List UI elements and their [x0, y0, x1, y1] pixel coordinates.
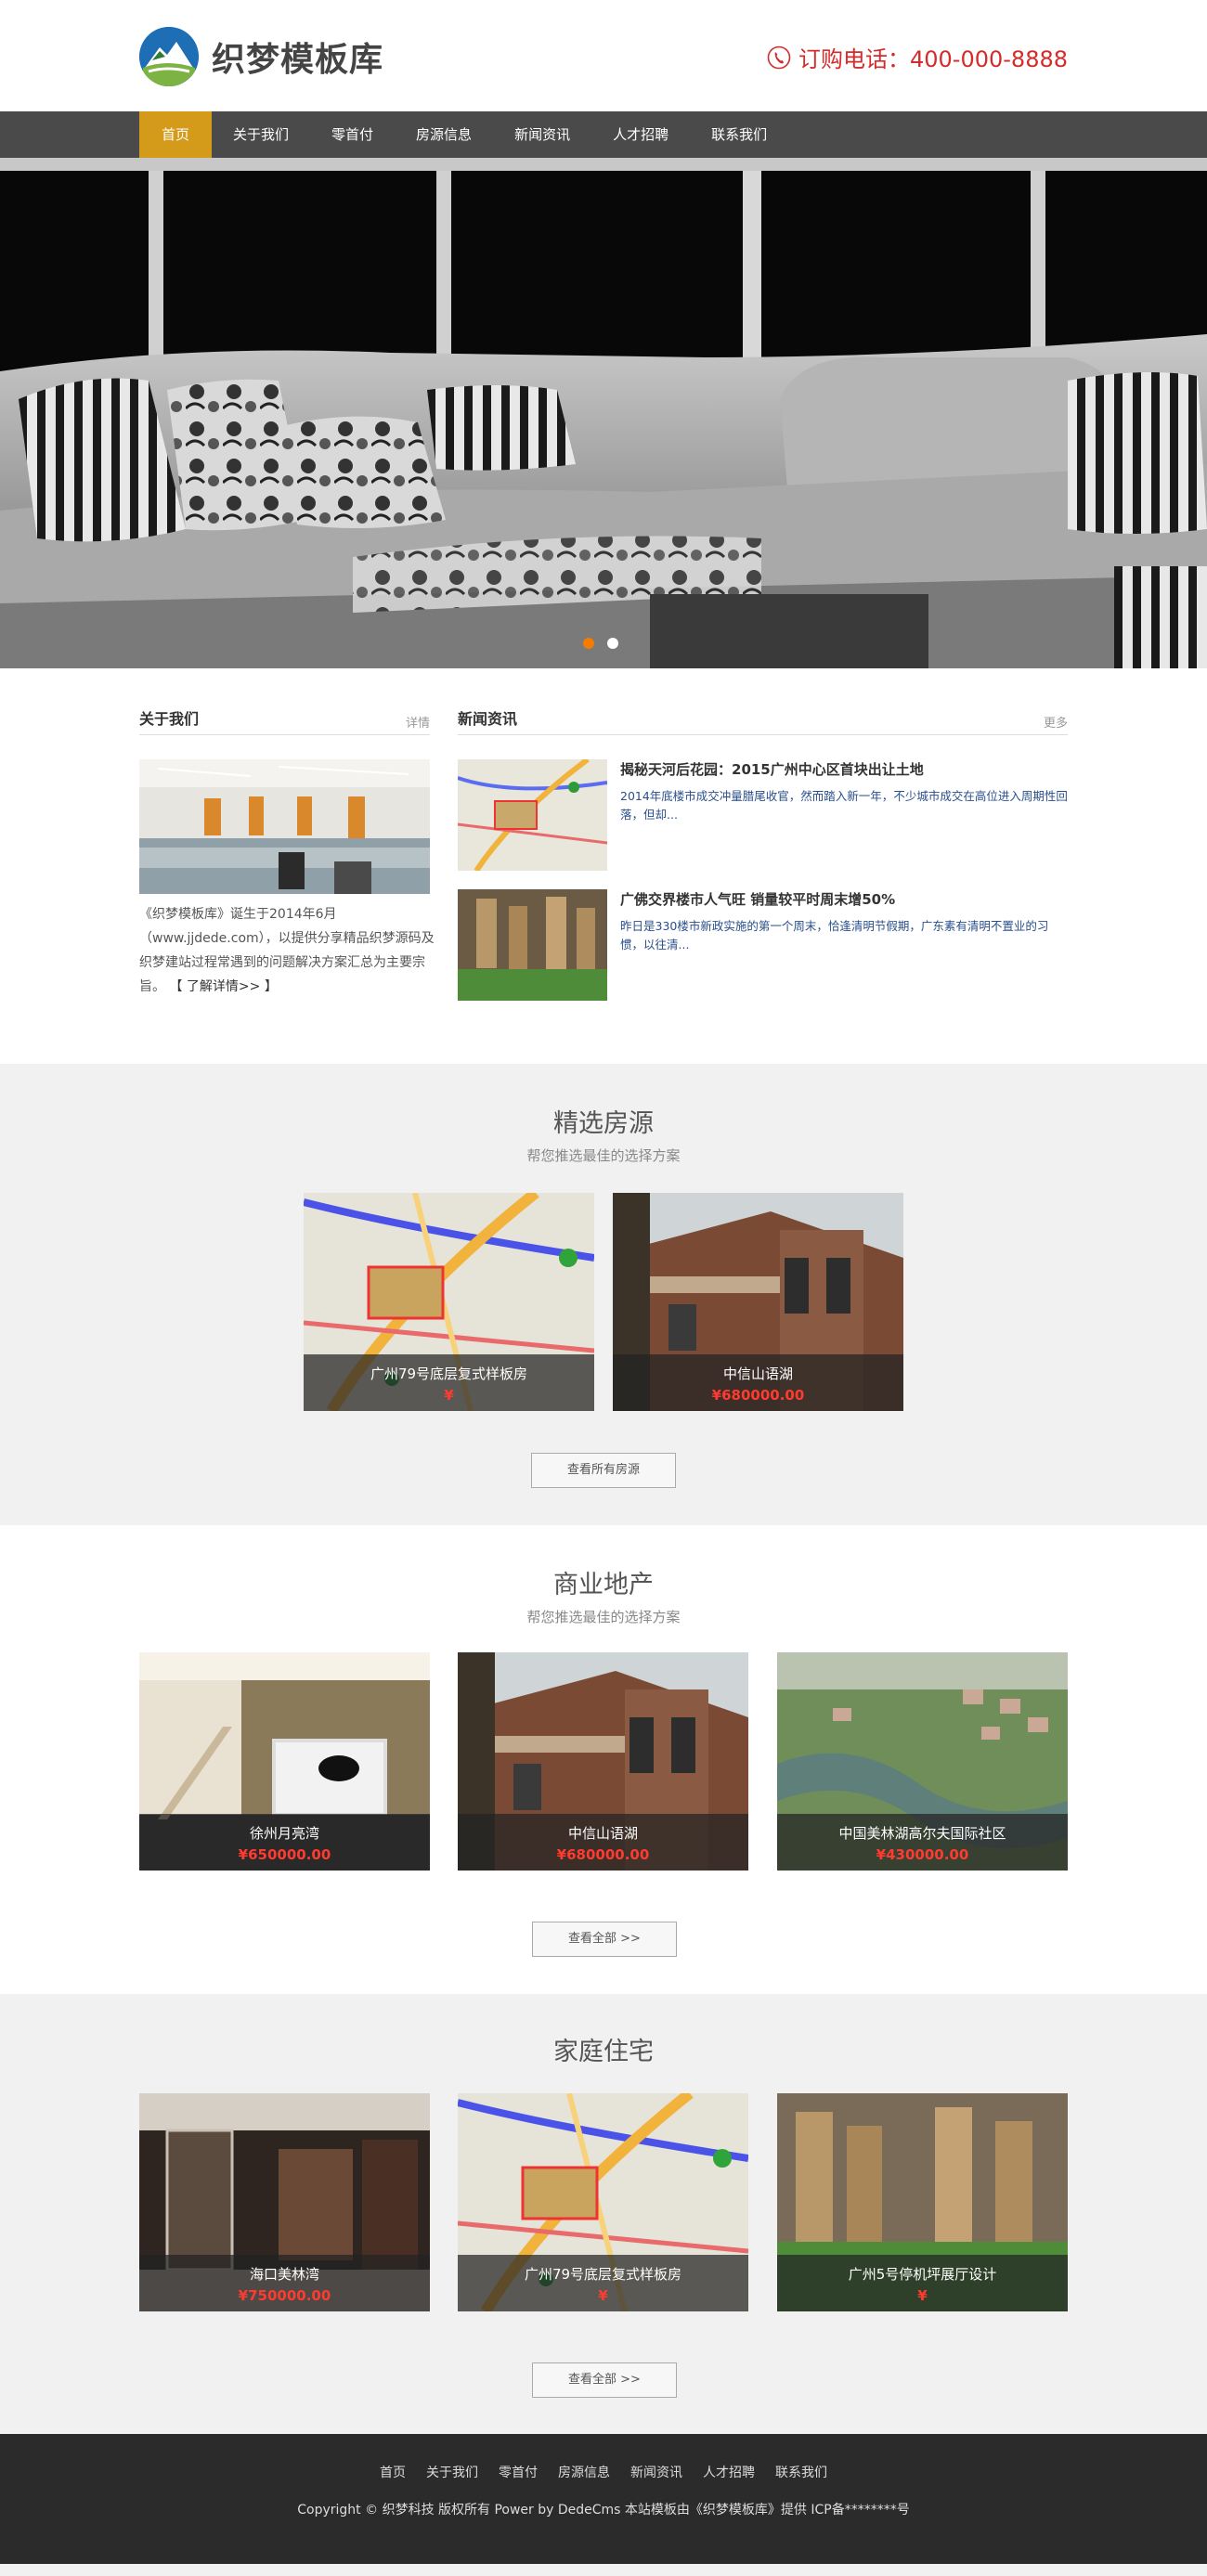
hotline-text: 订购电话：400-000-8888 [798, 46, 1068, 72]
footer-link-listings[interactable]: 房源信息 [558, 2463, 610, 2481]
nav-item-listings[interactable]: 房源信息 [395, 111, 493, 158]
carousel-dot-2[interactable] [607, 638, 618, 649]
news-thumb-model [458, 889, 607, 1001]
commercial-section: 商业地产 帮您推选最佳的选择方案 徐州月亮湾 ¥650000.00 中信山语湖 … [0, 1525, 1207, 1994]
property-caption: 广州5号停机坪展厅设计 ¥ [777, 2255, 1068, 2311]
property-caption: 中信山语湖 ¥680000.00 [458, 1814, 748, 1871]
news-item[interactable]: 揭秘天河后花园：2015广州中心区首块出让土地 2014年底楼市成交冲量腊尾收官… [458, 759, 1068, 871]
footer-nav: 首页 关于我们 零首付 房源信息 新闻资讯 人才招聘 联系我们 [0, 2463, 1207, 2481]
hotline: 订购电话：400-000-8888 [767, 41, 1068, 73]
property-name: 广州5号停机坪展厅设计 [848, 2266, 997, 2283]
property-caption: 海口美林湾 ¥750000.00 [139, 2255, 430, 2311]
logo-text: 织梦模板库 [212, 41, 384, 79]
view-all-commercial-button[interactable]: 查看全部 >> [532, 1922, 677, 1957]
property-name: 徐州月亮湾 [249, 1825, 319, 1842]
property-price: ¥750000.00 [238, 2287, 331, 2304]
property-price: ¥ [917, 2287, 928, 2304]
news-header: 新闻资讯 更多 [458, 705, 1068, 735]
property-name: 广州79号底层复式样板房 [524, 2266, 682, 2283]
featured-title: 精选房源 [553, 1109, 654, 1138]
property-card[interactable]: 徐州月亮湾 ¥650000.00 [139, 1652, 430, 1871]
nav-item-about[interactable]: 关于我们 [212, 111, 310, 158]
main-nav: 首页 关于我们 零首付 房源信息 新闻资讯 人才招聘 联系我们 [0, 111, 1207, 158]
site-footer: 首页 关于我们 零首付 房源信息 新闻资讯 人才招聘 联系我们 Copyrigh… [0, 2434, 1207, 2564]
commercial-title: 商业地产 [553, 1571, 654, 1599]
page-bottom-band [0, 2564, 1207, 2576]
nav-item-news[interactable]: 新闻资讯 [493, 111, 591, 158]
info-section: 关于我们 详情 《织梦模板库》诞生于2014年6月（www.jjdede.com… [0, 668, 1207, 1068]
property-card[interactable]: 广州5号停机坪展厅设计 ¥ [777, 2093, 1068, 2311]
phone-icon [767, 45, 791, 69]
view-all-home-button[interactable]: 查看全部 >> [532, 2362, 677, 2398]
property-name: 中信山语湖 [722, 1366, 793, 1382]
home-title: 家庭住宅 [553, 2038, 654, 2066]
about-title: 关于我们 [139, 710, 200, 728]
nav-item-zero-down[interactable]: 零首付 [310, 111, 395, 158]
commercial-subtitle: 帮您推选最佳的选择方案 [526, 1609, 681, 1625]
about-detail-link[interactable]: 【 了解详情>> 】 [169, 979, 277, 994]
site-header: 织梦模板库 订购电话：400-000-8888 [0, 0, 1207, 111]
property-price: ¥430000.00 [876, 1846, 969, 1863]
property-name: 中信山语湖 [567, 1825, 638, 1842]
view-all-listings-button[interactable]: 查看所有房源 [531, 1453, 676, 1488]
property-card[interactable]: 中国美林湖高尔夫国际社区 ¥430000.00 [777, 1652, 1068, 1871]
footer-link-careers[interactable]: 人才招聘 [703, 2463, 755, 2481]
property-card[interactable]: 中信山语湖 ¥680000.00 [613, 1193, 903, 1411]
news-title: 新闻资讯 [458, 710, 518, 728]
property-price: ¥680000.00 [711, 1387, 805, 1404]
news-item-title[interactable]: 揭秘天河后花园：2015广州中心区首块出让土地 [620, 759, 924, 779]
footer-link-zero-down[interactable]: 零首付 [499, 2463, 538, 2481]
news-item-desc: 2014年底楼市成交冲量腊尾收官，然而踏入新一年，不少城市成交在高位进入周期性回… [620, 789, 1068, 822]
property-name: 中国美林湖高尔夫国际社区 [838, 1825, 1006, 1842]
property-caption: 广州79号底层复式样板房 ¥ [458, 2255, 748, 2311]
footer-link-home[interactable]: 首页 [380, 2463, 406, 2481]
news-more-link[interactable]: 更多 [1044, 713, 1068, 731]
news-thumb-map [458, 759, 607, 871]
property-price: ¥680000.00 [556, 1846, 650, 1863]
property-price: ¥ [598, 2287, 608, 2304]
property-card[interactable]: 中信山语湖 ¥680000.00 [458, 1652, 748, 1871]
property-caption: 广州79号底层复式样板房 ¥ [304, 1354, 594, 1411]
property-name: 广州79号底层复式样板房 [370, 1366, 528, 1382]
nav-item-contact[interactable]: 联系我们 [690, 111, 788, 158]
property-price: ¥ [444, 1387, 454, 1404]
property-caption: 徐州月亮湾 ¥650000.00 [139, 1814, 430, 1871]
site-logo[interactable]: 织梦模板库 [139, 25, 383, 88]
nav-item-careers[interactable]: 人才招聘 [591, 111, 690, 158]
copyright: Copyright © 织梦科技 版权所有 Power by DedeCms 本… [297, 2503, 910, 2518]
about-description: 《织梦模板库》诞生于2014年6月（www.jjdede.com），以提供分享精… [139, 902, 435, 999]
footer-link-news[interactable]: 新闻资讯 [630, 2463, 682, 2481]
logo-icon [139, 27, 199, 86]
about-more-link[interactable]: 详情 [406, 713, 430, 731]
home-section: 家庭住宅 海口美林湾 ¥750000.00 广州79号底层复式样板房 ¥ 广州5… [0, 1994, 1207, 2434]
carousel-dots [583, 638, 618, 649]
about-office-image [139, 759, 430, 894]
carousel-dot-1[interactable] [583, 638, 594, 649]
nav-item-home[interactable]: 首页 [139, 111, 213, 158]
about-header: 关于我们 详情 [139, 705, 430, 735]
hero-banner[interactable] [0, 158, 1207, 668]
news-item-desc: 昨日是330楼市新政实施的第一个周末，恰逢清明节假期，广东素有清明不置业的习惯，… [620, 919, 1049, 951]
footer-link-about[interactable]: 关于我们 [426, 2463, 478, 2481]
featured-subtitle: 帮您推选最佳的选择方案 [526, 1147, 681, 1164]
news-item[interactable]: 广佛交界楼市人气旺 销量较平时周末增50% 昨日是330楼市新政实施的第一个周末… [458, 889, 1068, 1001]
property-card[interactable]: 广州79号底层复式样板房 ¥ [458, 2093, 748, 2311]
property-price: ¥650000.00 [238, 1846, 331, 1863]
hero-sofa-image [0, 158, 1207, 668]
news-item-title[interactable]: 广佛交界楼市人气旺 销量较平时周末增50% [620, 889, 895, 909]
featured-section: 精选房源 帮您推选最佳的选择方案 广州79号底层复式样板房 ¥ 中信山语湖 ¥6… [0, 1064, 1207, 1525]
property-card[interactable]: 海口美林湾 ¥750000.00 [139, 2093, 430, 2311]
property-name: 海口美林湾 [249, 2266, 319, 2283]
property-caption: 中信山语湖 ¥680000.00 [613, 1354, 903, 1411]
property-card[interactable]: 广州79号底层复式样板房 ¥ [304, 1193, 594, 1411]
footer-link-contact[interactable]: 联系我们 [775, 2463, 827, 2481]
property-caption: 中国美林湖高尔夫国际社区 ¥430000.00 [777, 1814, 1068, 1871]
